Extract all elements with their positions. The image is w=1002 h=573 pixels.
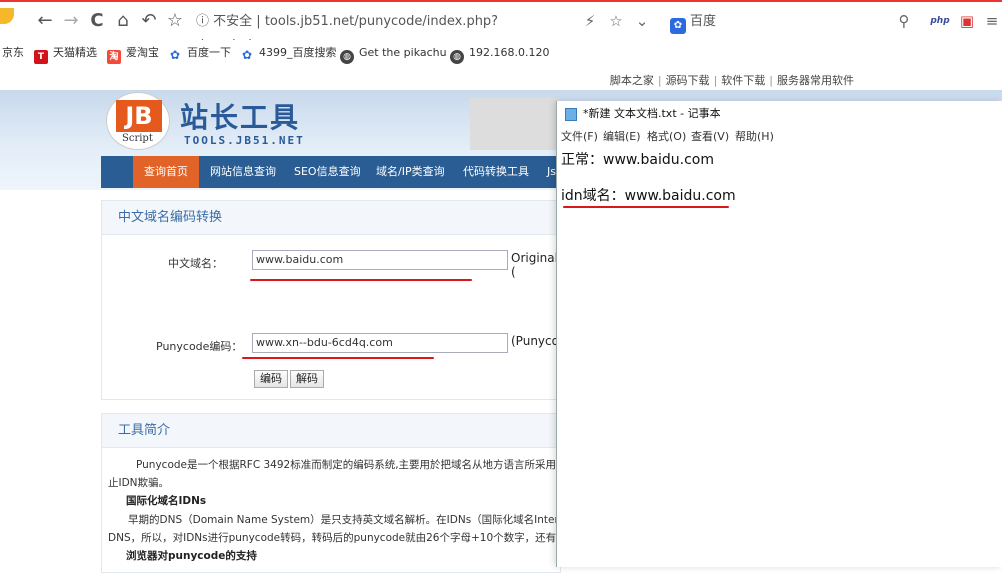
menu-help[interactable]: 帮助(H): [735, 127, 774, 147]
nav-domain-ip[interactable]: 域名/IP类查询: [376, 156, 445, 188]
nav-site-info[interactable]: 网站信息查询: [210, 156, 276, 188]
info-icon[interactable]: ⓘ: [196, 14, 213, 29]
nav-seo[interactable]: SEO信息查询: [294, 156, 361, 188]
menu-view[interactable]: 查看(V): [691, 127, 729, 147]
site-subtitle: TOOLS.JB51.NET: [184, 134, 305, 147]
baidu-paw-icon: ✿: [168, 48, 182, 62]
converter-panel: 中文域名编码转换 中文域名： www.baidu.com Original ( …: [101, 200, 567, 400]
reload-button[interactable]: C: [86, 10, 108, 32]
taobao-icon: 淘: [107, 50, 121, 64]
bookmark-local-ip[interactable]: ◍ 192.168.0.120: [450, 40, 549, 66]
intro-line: DNS，所以，对IDNs进行punycode转码，转码后的punycode就由2…: [108, 532, 591, 544]
search-icon[interactable]: ⚲: [894, 10, 914, 32]
annotation-underline: [242, 357, 434, 359]
chevron-down-icon[interactable]: ⌄: [632, 10, 652, 32]
bookmark-label: 京东: [2, 46, 24, 59]
bookmark-star-button[interactable]: ☆: [164, 10, 186, 32]
bookmark-label: 4399_百度搜索: [259, 46, 337, 59]
intro-heading: 工具简介: [102, 414, 560, 448]
chinese-domain-hint: Original (: [511, 251, 558, 279]
menu-edit[interactable]: 编辑(E): [603, 127, 641, 147]
notepad-window: *新建 文本文档.txt - 记事本 文件(F) 编辑(E) 格式(O) 查看(…: [556, 101, 1002, 567]
favorite-star-icon[interactable]: ☆: [606, 10, 626, 32]
search-engine-label: 百度: [690, 14, 717, 29]
security-label: 不安全: [213, 14, 253, 29]
nav-code-convert[interactable]: 代码转换工具: [463, 156, 529, 188]
decode-button[interactable]: 解码: [290, 370, 324, 388]
punycode-label: Punycode编码：: [156, 340, 243, 353]
encode-button[interactable]: 编码: [254, 370, 288, 388]
bookmark-tmall[interactable]: T 天猫精选: [34, 40, 97, 66]
toplink-source[interactable]: 源码下载: [666, 74, 710, 87]
intro-line: Punycode是一个根据RFC 3492标准而制定的编码系统,主要用於把域名从…: [136, 459, 579, 471]
browser-toolbar: ← → C ⌂ ↶ ☆ ⓘ 不安全 | tools.jb51.net/punyc…: [0, 0, 1002, 53]
extension-red-icon[interactable]: ▣: [957, 10, 977, 32]
bookmarks-bar: 京东 T 天猫精选 淘爱淘宝 ✿ 百度一下 ✿ 4399_百度搜索 ◍ Get the …: [0, 40, 1002, 66]
punycode-input[interactable]: www.xn--bdu-6cd4q.com: [252, 333, 508, 353]
notepad-line: 正常：www.baidu.com: [561, 152, 714, 168]
intro-panel: 工具简介 Punycode是一个根据RFC 3492标准而制定的编码系统,主要用…: [101, 413, 591, 573]
notepad-menubar: 文件(F) 编辑(E) 格式(O) 查看(V) 帮助(H): [557, 127, 1002, 147]
chinese-domain-input[interactable]: www.baidu.com: [252, 250, 508, 270]
bookmark-label: Get the pikachu: [359, 46, 447, 59]
site-title: 站长工具: [180, 101, 301, 134]
converter-heading: 中文域名编码转换: [102, 201, 560, 235]
annotation-underline: [250, 279, 472, 281]
ad-placeholder: [470, 98, 560, 150]
tmall-icon: T: [34, 50, 48, 64]
address-bar[interactable]: ⓘ 不安全 | tools.jb51.net/punycode/index.ph…: [196, 10, 586, 53]
browser-logo-icon: [0, 8, 14, 24]
back-button[interactable]: ←: [34, 10, 56, 32]
menu-format[interactable]: 格式(O): [647, 127, 686, 147]
logo-mark: JB: [116, 100, 162, 132]
bookmark-label: 爱淘宝: [126, 46, 159, 59]
home-button[interactable]: ⌂: [112, 10, 134, 32]
logo-script-text: Script: [122, 133, 153, 144]
menu-icon[interactable]: ≡: [982, 10, 1002, 32]
bookmark-label: 天猫精选: [53, 46, 97, 59]
bookmark-4399[interactable]: ✿ 4399_百度搜索: [240, 40, 337, 66]
toplink-jb51[interactable]: 脚本之家: [610, 74, 654, 87]
baidu-paw-icon: ✿: [240, 48, 254, 62]
lightning-icon[interactable]: ⚡: [580, 10, 600, 32]
intro-line: 止IDN欺骗。: [108, 477, 170, 489]
intro-subheading: 国际化域名IDNs: [126, 495, 207, 507]
chinese-domain-label: 中文域名：: [168, 257, 223, 270]
notepad-text-area[interactable]: 正常：www.baidu.com idn域名：www.baidu.com: [557, 147, 1002, 567]
top-links: 脚本之家 | 源码下载 | 软件下载 | 服务器常用软件: [609, 74, 854, 87]
globe-icon: ◍: [450, 50, 464, 64]
php-extension-icon[interactable]: php: [930, 10, 950, 32]
site-nav: 查询首页 网站信息查询 SEO信息查询 域名/IP类查询 代码转换工具 Js: [101, 156, 561, 188]
toplink-server-software[interactable]: 服务器常用软件: [777, 74, 854, 87]
bookmark-label: 百度一下: [187, 46, 231, 59]
intro-line: 早期的DNS（Domain Name System）是只支持英文域名解析。在ID…: [128, 514, 586, 526]
toplink-software[interactable]: 软件下载: [721, 74, 765, 87]
forward-button[interactable]: →: [60, 10, 82, 32]
undo-close-tab-button[interactable]: ↶: [138, 10, 160, 32]
bookmark-baidu[interactable]: ✿ 百度一下: [168, 40, 231, 66]
bookmark-pikachu[interactable]: ◍ Get the pikachu: [340, 40, 447, 66]
bookmark-aitaobao[interactable]: 淘爱淘宝: [107, 40, 159, 66]
search-box[interactable]: ✿ 百度: [670, 10, 920, 34]
menu-file[interactable]: 文件(F): [561, 127, 598, 147]
bookmark-jd[interactable]: 京东: [2, 40, 24, 66]
notepad-line: idn域名：www.baidu.com: [561, 188, 736, 204]
annotation-underline: [563, 206, 729, 208]
baidu-paw-icon: ✿: [670, 18, 686, 34]
intro-subheading: 浏览器对punycode的支持: [126, 550, 257, 562]
nav-home[interactable]: 查询首页: [133, 156, 199, 188]
nav-js[interactable]: Js: [547, 156, 556, 188]
notepad-title: *新建 文本文档.txt - 记事本: [583, 107, 721, 120]
globe-icon: ◍: [340, 50, 354, 64]
bookmark-label: 192.168.0.120: [469, 46, 550, 59]
